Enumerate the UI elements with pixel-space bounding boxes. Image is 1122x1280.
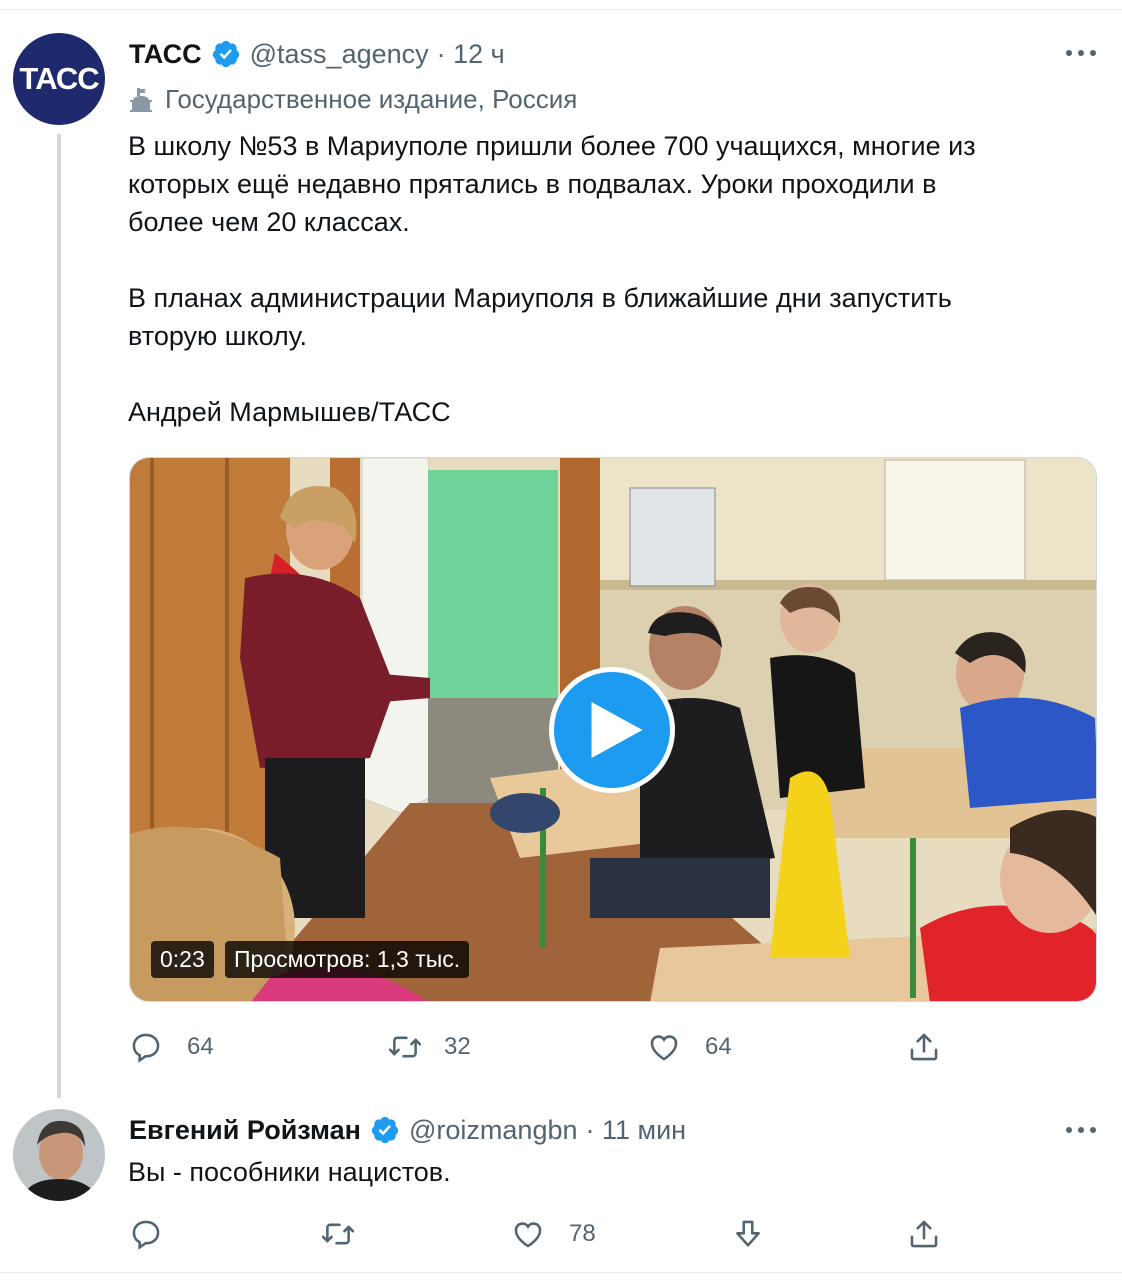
- like-button[interactable]: 78: [511, 1217, 596, 1251]
- text-line: более чем 20 классах.: [128, 207, 410, 237]
- tweet-time[interactable]: · 11 мин: [586, 1115, 687, 1146]
- text-line: вторую школу.: [128, 321, 308, 351]
- author-name[interactable]: Евгений Ройзман: [129, 1115, 361, 1146]
- tass-avatar[interactable]: ТАСС: [13, 33, 105, 125]
- retweet-icon: [388, 1036, 422, 1058]
- government-building-icon: [130, 87, 152, 112]
- state-media-label[interactable]: Государственное издание, Россия: [129, 84, 577, 115]
- photo-credit: Андрей Мармышев/ТАСС: [128, 397, 451, 427]
- author-handle[interactable]: @tass_agency: [250, 39, 429, 70]
- reply-button[interactable]: [129, 1217, 163, 1251]
- more-icon[interactable]: [1066, 50, 1096, 58]
- text-line: которых ещё недавно прятались в подвалах…: [128, 169, 937, 199]
- downvote-button[interactable]: [731, 1217, 765, 1251]
- like-button[interactable]: 64: [647, 1030, 732, 1064]
- retweet-count: 32: [444, 1033, 471, 1060]
- retweet-button[interactable]: 32: [386, 1030, 471, 1064]
- text-line: В школу №53 в Мариуполе пришли более 700…: [128, 131, 976, 161]
- video-player[interactable]: 0:23 Просмотров: 1,3 тыс.: [129, 457, 1097, 1002]
- duration-text: 0:23: [151, 941, 214, 978]
- label-text: Государственное издание, Россия: [165, 84, 578, 114]
- tweet1-header: ТАСС @tass_agency · 12 ч: [129, 34, 505, 74]
- tweet2-text: Вы - пособники нацистов.: [128, 1157, 451, 1187]
- views-text: Просмотров: 1,3 тыс.: [225, 941, 470, 978]
- text-line: В планах администрации Мариуполя в ближа…: [128, 283, 952, 313]
- like-count: 78: [569, 1220, 596, 1247]
- share-button[interactable]: [907, 1030, 941, 1064]
- share-button[interactable]: [907, 1217, 941, 1251]
- reply-button[interactable]: 64: [129, 1030, 214, 1064]
- play-button[interactable]: [549, 667, 675, 793]
- bottom-divider: [0, 1272, 1122, 1273]
- more-icon[interactable]: [1066, 1127, 1096, 1135]
- avatar-logo-text: ТАСС: [19, 61, 99, 96]
- top-divider: [0, 9, 1122, 10]
- verified-badge-icon: [371, 1116, 399, 1144]
- reply-count: 64: [187, 1033, 214, 1060]
- video-views: Просмотров: 1,3 тыс.: [225, 941, 470, 978]
- avatar-photo: [13, 1109, 105, 1201]
- tweet1-text: В школу №53 в Мариуполе пришли более 700…: [128, 127, 1088, 431]
- verified-badge-icon: [212, 40, 239, 68]
- retweet-button[interactable]: [319, 1217, 357, 1251]
- roizman-avatar[interactable]: [13, 1109, 105, 1201]
- tweet-time[interactable]: · 12 ч: [437, 39, 505, 70]
- reply-icon: [132, 1220, 160, 1250]
- video-duration: 0:23: [151, 941, 214, 978]
- author-handle[interactable]: @roizmangbn: [409, 1115, 578, 1146]
- reply-icon: [132, 1033, 160, 1063]
- retweet-icon: [321, 1223, 355, 1245]
- tweet2-header: Евгений Ройзман @roizmangbn · 11 мин: [129, 1110, 686, 1150]
- like-icon: [514, 1222, 542, 1248]
- share-icon: [910, 1033, 938, 1061]
- author-name[interactable]: ТАСС: [129, 39, 202, 70]
- downvote-icon: [736, 1220, 760, 1247]
- like-icon: [650, 1035, 678, 1061]
- share-icon: [910, 1220, 938, 1248]
- like-count: 64: [705, 1033, 732, 1060]
- thread-line: [57, 134, 61, 1098]
- play-icon: [591, 702, 643, 758]
